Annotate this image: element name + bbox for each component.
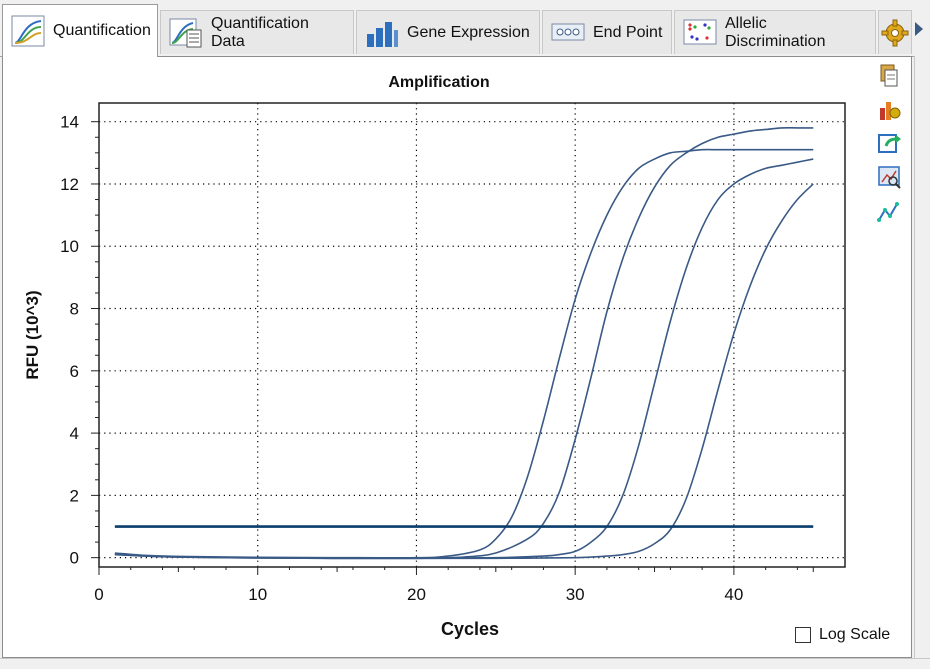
status-bar [0,658,930,669]
y-tick-label: 4 [70,424,79,443]
y-tick-label: 14 [60,113,79,132]
x-axis-label: Cycles [441,619,499,639]
chart-settings-icon[interactable] [876,96,902,122]
y-tick-label: 8 [70,300,79,319]
zoom-icon[interactable] [876,164,902,190]
tab-quantification[interactable]: Quantification [2,4,158,57]
y-tick-label: 10 [60,237,79,256]
tab-label: Quantification [53,22,151,39]
export-icon[interactable] [876,130,902,156]
amplification-curve-icon [11,15,45,47]
x-tick-label: 40 [724,585,743,604]
x-tick-label: 30 [566,585,585,604]
x-tick-label: 20 [407,585,426,604]
amplification-chart: 0 10 20 30 40 0 2 4 6 8 10 12 14 Amplification Cycles R… [23,74,846,639]
log-scale-toggle[interactable]: Log Scale [795,626,890,644]
x-tick-label: 0 [94,585,103,604]
y-tick-label: 6 [70,362,79,381]
log-scale-label: Log Scale [819,626,891,643]
y-axis-label: RFU (10^3) [23,290,42,379]
y-tick-label: 12 [60,175,79,194]
copy-icon[interactable] [876,62,902,88]
log-scale-checkbox[interactable] [795,627,811,643]
trace-styles-icon[interactable] [876,198,902,224]
y-tick-label: 2 [70,486,79,505]
x-tick-label: 10 [248,585,267,604]
vertical-scrollbar[interactable] [914,56,930,658]
chart-title: Amplification [388,74,489,91]
y-tick-label: 0 [70,549,79,568]
